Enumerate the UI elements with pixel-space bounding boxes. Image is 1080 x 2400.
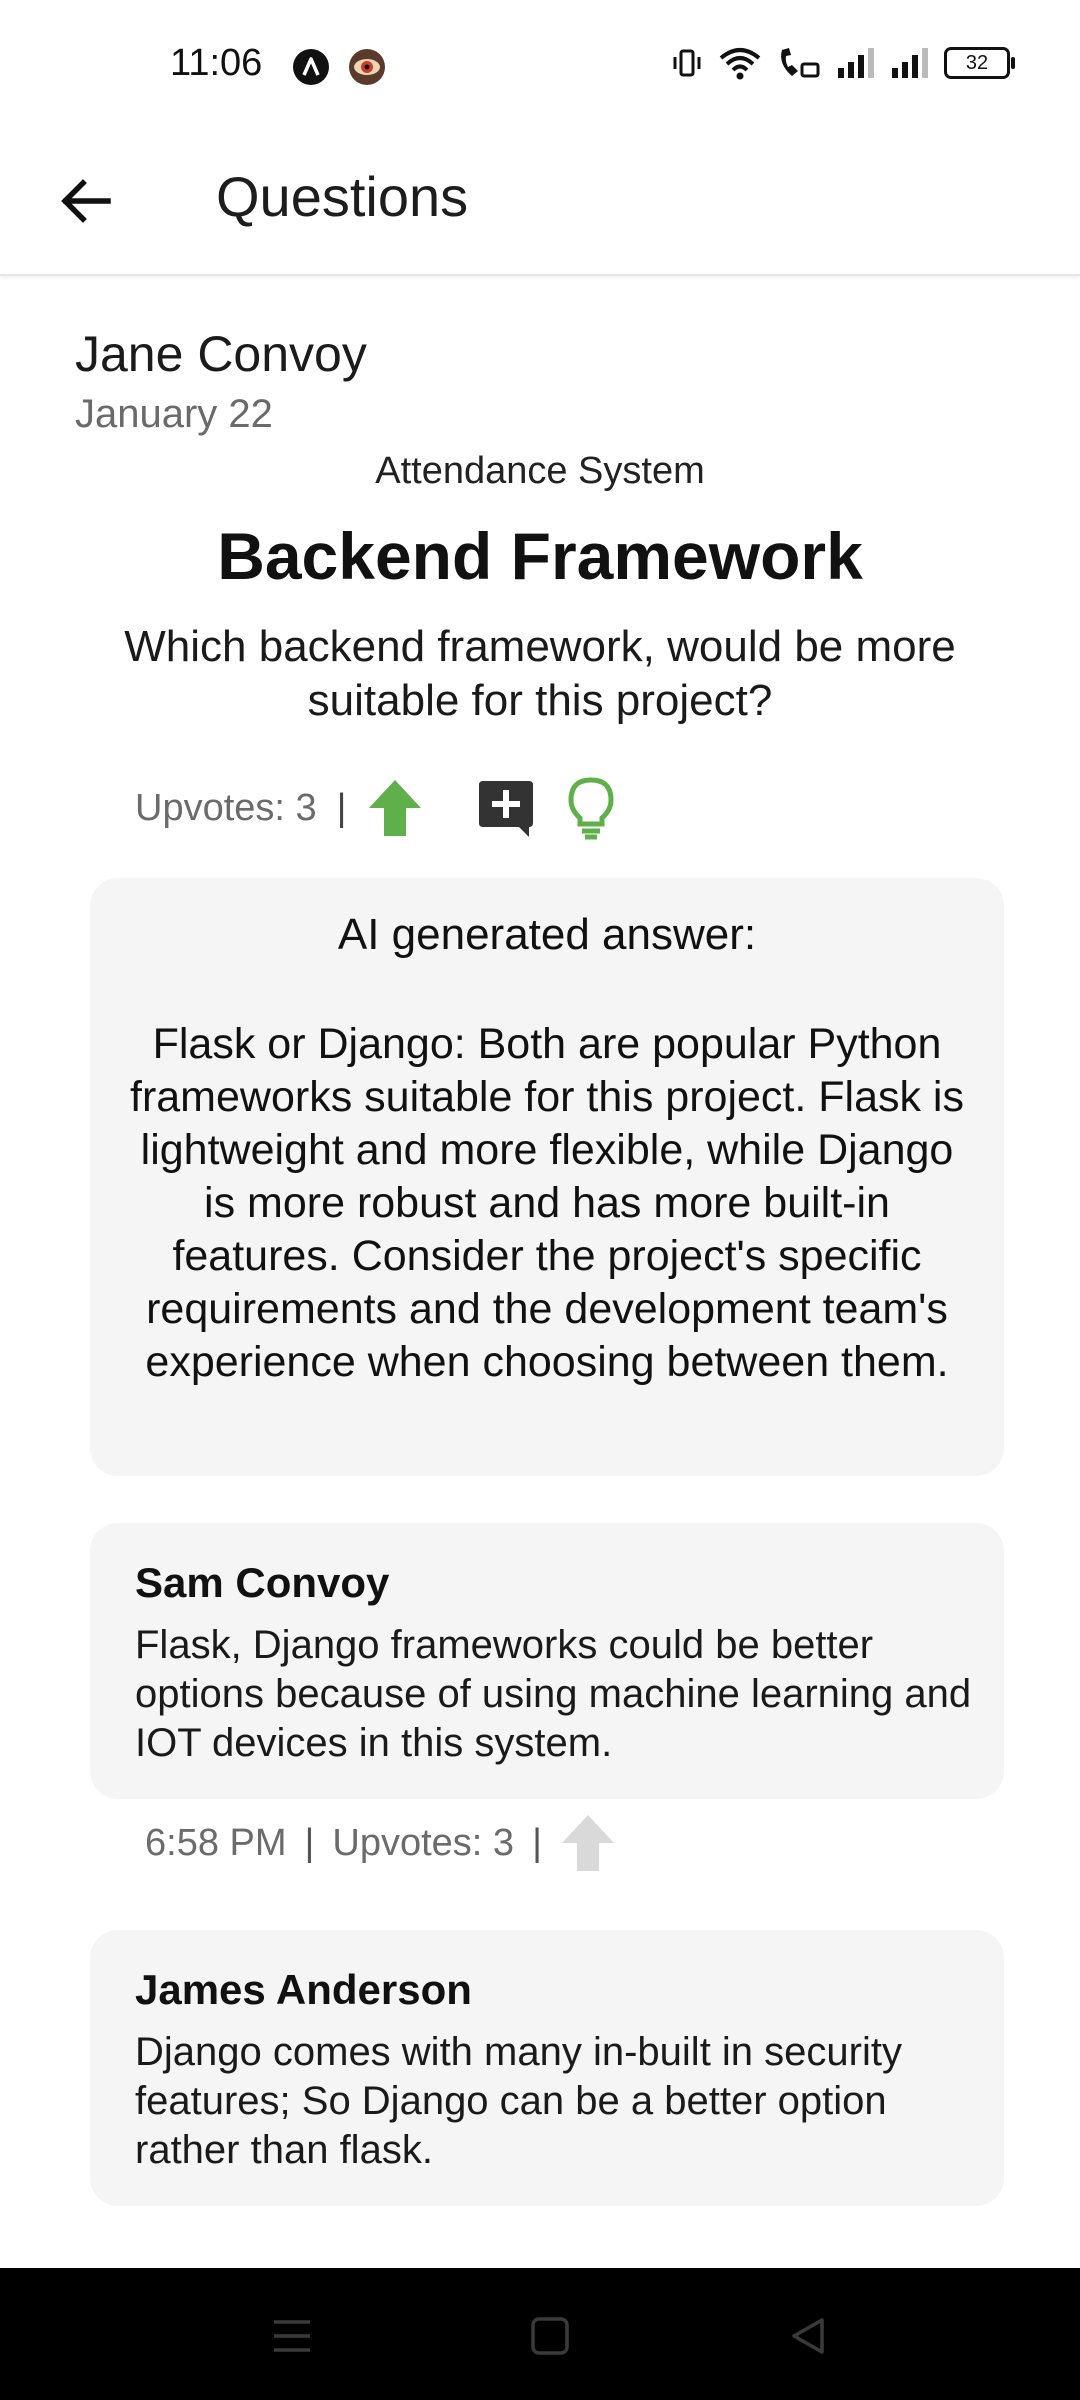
question-date: January 22 bbox=[75, 392, 273, 436]
page-title: Questions bbox=[216, 165, 469, 228]
answer-upvote-count: Upvotes: 3 bbox=[332, 1821, 515, 1864]
system-navigation-bar bbox=[0, 2268, 1080, 2400]
app-notification-icon bbox=[293, 49, 329, 85]
status-system-icons: 32 bbox=[670, 46, 1015, 80]
wifi-calling-icon bbox=[781, 48, 820, 78]
answer-card: James Anderson Django comes with many in… bbox=[90, 1930, 1004, 2206]
app-bar: Questions bbox=[0, 136, 1080, 276]
back-button[interactable] bbox=[50, 166, 120, 236]
ai-answer-heading: AI generated answer: bbox=[337, 910, 757, 959]
triangle-back-icon bbox=[792, 2318, 824, 2354]
ai-answer-card: AI generated answer: Flask or Django: Bo… bbox=[90, 878, 1004, 1476]
ai-answer-text: Flask or Django: Both are popular Python… bbox=[130, 1020, 964, 1386]
separator: | bbox=[304, 1821, 315, 1864]
status-time: 11:06 bbox=[170, 42, 263, 84]
vibrate-icon bbox=[673, 49, 701, 77]
home-square-icon bbox=[531, 2317, 569, 2355]
question-title: Backend Framework bbox=[217, 519, 863, 593]
question-actions: Upvotes: 3 | bbox=[135, 775, 615, 841]
question-body: Which backend framework, would be more s… bbox=[124, 622, 956, 725]
eye-notification-icon bbox=[349, 49, 385, 85]
menu-icon bbox=[274, 2320, 310, 2352]
arrow-up-icon bbox=[561, 1815, 614, 1871]
lightbulb-icon bbox=[568, 777, 614, 840]
answer-upvote-button[interactable] bbox=[560, 1813, 616, 1873]
arrow-left-icon bbox=[61, 179, 111, 223]
separator: | bbox=[532, 1821, 542, 1864]
home-button[interactable] bbox=[520, 2306, 580, 2366]
ai-answer-button[interactable] bbox=[567, 776, 615, 840]
answer-meta: 6:58 PM | Upvotes: 3 | bbox=[145, 1810, 616, 1876]
signal-strength-icon bbox=[838, 48, 874, 78]
add-comment-icon bbox=[478, 781, 533, 837]
answer-time: 6:58 PM bbox=[145, 1821, 287, 1864]
back-nav-button[interactable] bbox=[778, 2306, 838, 2366]
battery-level: 32 bbox=[965, 51, 989, 74]
question-upvote-count: Upvotes: 3 bbox=[135, 786, 317, 829]
signal-strength-2-icon bbox=[892, 48, 928, 78]
status-notification-icons bbox=[292, 48, 386, 86]
answer-card: Sam Convoy Flask, Django frameworks coul… bbox=[90, 1523, 1004, 1799]
answer-text: Flask, Django frameworks could be better… bbox=[135, 1623, 972, 1765]
question-author: Jane Convoy bbox=[75, 326, 367, 382]
upvote-button[interactable] bbox=[367, 778, 423, 838]
add-comment-button[interactable] bbox=[475, 777, 537, 839]
answer-author: Sam Convoy bbox=[135, 1559, 390, 1606]
recent-apps-button[interactable] bbox=[262, 2306, 322, 2366]
separator: | bbox=[336, 786, 347, 829]
project-name: Attendance System bbox=[375, 450, 705, 492]
arrow-up-icon bbox=[368, 780, 421, 836]
answer-text: Django comes with many in-built in secur… bbox=[135, 2030, 902, 2172]
status-bar: 11:06 32 bbox=[0, 0, 1080, 136]
battery-indicator: 32 bbox=[944, 47, 1015, 79]
answer-author: James Anderson bbox=[135, 1966, 472, 2013]
wifi-icon bbox=[719, 48, 761, 80]
